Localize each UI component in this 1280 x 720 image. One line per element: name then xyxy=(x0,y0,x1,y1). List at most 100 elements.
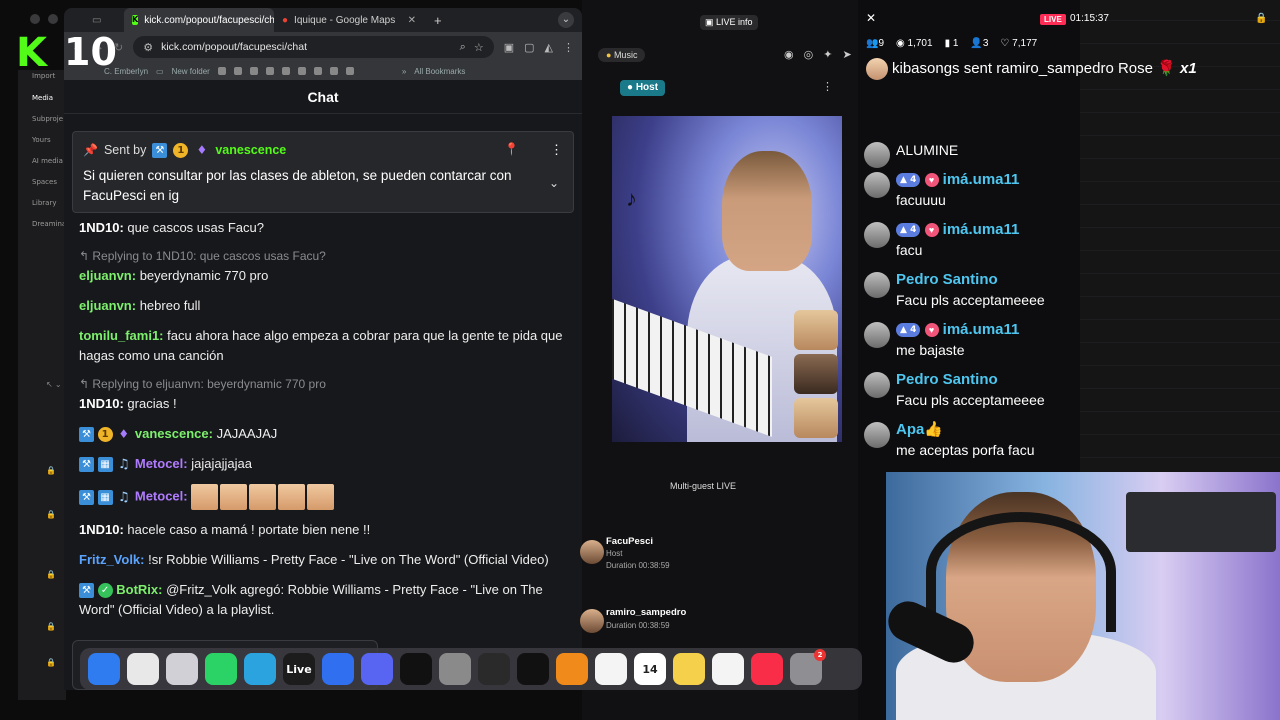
vlc-icon[interactable] xyxy=(556,653,588,685)
more-options-icon[interactable]: ⋮ xyxy=(550,142,563,158)
share-icon[interactable]: ➤ xyxy=(842,48,851,61)
chrome-icon[interactable] xyxy=(127,653,159,685)
sidebar-item-ai-media[interactable]: AI media xyxy=(32,157,63,165)
chat-message[interactable]: tomilu_fami1: facu ahora hace algo empez… xyxy=(79,326,569,366)
guest-thumbnail[interactable] xyxy=(794,310,838,350)
tiktok-chat-message[interactable]: Pedro Santino Facu pls acceptameeee xyxy=(864,370,1080,410)
effects-icon[interactable]: ✦ xyxy=(823,48,832,61)
lock-icon[interactable]: 🔒 xyxy=(46,570,56,579)
tiktok-chat-message[interactable]: Pedro Santino Facu pls acceptameeee xyxy=(864,270,1080,310)
chat-username[interactable]: eljuanvn: xyxy=(79,298,136,313)
live-icon[interactable]: Live xyxy=(283,653,315,685)
lock-icon[interactable]: 🔒 xyxy=(46,622,56,631)
chat-message[interactable]: eljuanvn: hebreo full xyxy=(79,296,569,316)
chat-username[interactable]: 1ND10: xyxy=(79,396,124,411)
bookmark-icon[interactable] xyxy=(281,67,290,75)
notes-icon[interactable] xyxy=(673,653,705,685)
bookmark-item[interactable]: New folder xyxy=(172,67,210,76)
close-tab-icon[interactable]: ✕ xyxy=(408,15,416,26)
chat-message[interactable]: 1ND10: gracias ! xyxy=(79,394,569,414)
profile-icon[interactable]: ◭ xyxy=(545,41,553,54)
telegram-icon[interactable] xyxy=(244,653,276,685)
menu-icon[interactable]: ⋮ xyxy=(563,41,574,54)
reply-context[interactable]: ↰ Replying to eljuanvn: beyerdynamic 770… xyxy=(79,376,569,392)
chat-message[interactable]: eljuanvn: beyerdynamic 770 pro xyxy=(79,266,569,286)
chat-message[interactable]: 1ND10: hacele caso a mamá ! portate bien… xyxy=(79,520,569,540)
tiktok-username[interactable]: ▲ 4 ♥ imá.uma11 xyxy=(896,220,1080,240)
chat-message[interactable]: ⚒ ▦ ♫ Metocel: jajajajjajaa xyxy=(79,454,569,474)
live-info-button[interactable]: ▣ LIVE info xyxy=(700,15,758,30)
tab-search-icon[interactable]: ⌄ xyxy=(558,12,574,28)
lock-icon[interactable]: 🔒 xyxy=(46,510,56,519)
scanner-icon[interactable] xyxy=(439,653,471,685)
obs-icon[interactable] xyxy=(478,653,510,685)
sidebar-toggle-icon[interactable]: ▭ xyxy=(84,8,124,32)
lock-icon[interactable]: 🔒 xyxy=(46,658,56,667)
sidebar-item-subprojects[interactable]: Subproje xyxy=(32,115,63,123)
reading-icon[interactable]: ▢ xyxy=(524,41,534,54)
sidebar-item-library[interactable]: Library xyxy=(32,199,56,207)
bookmark-icon[interactable] xyxy=(233,67,242,75)
close-icon[interactable]: ✕ xyxy=(866,11,876,25)
chevron-down-icon[interactable]: ⌄ xyxy=(549,176,559,190)
chat-username[interactable]: 1ND10: xyxy=(79,522,124,537)
bookmark-icon[interactable] xyxy=(345,67,354,75)
sidebar-item-media[interactable]: Media xyxy=(32,94,53,102)
record-icon[interactable]: ◎ xyxy=(804,48,814,61)
photos-icon[interactable] xyxy=(595,653,627,685)
chat-username[interactable]: vanescence: xyxy=(135,426,213,441)
guest-thumbnail[interactable] xyxy=(794,354,838,394)
tiktok-username[interactable]: Pedro Santino xyxy=(896,370,1080,390)
sidebar-item-dreamina[interactable]: Dreamina xyxy=(32,220,66,228)
chat-username[interactable]: Fritz_Volk: xyxy=(79,552,145,567)
tiktok-username[interactable]: Pedro Santino xyxy=(896,270,1080,290)
freeform-icon[interactable] xyxy=(712,653,744,685)
lock-icon[interactable]: 🔒 xyxy=(46,466,56,475)
tiktok-username[interactable]: Apa👍 xyxy=(896,420,1080,440)
tab-google-maps[interactable]: ● Iquique - Google Maps ✕ xyxy=(274,8,424,32)
chevron-icon[interactable]: » xyxy=(402,67,406,76)
chat-message[interactable]: 1ND10: que cascos usas Facu? xyxy=(79,218,569,238)
zoom-icon[interactable]: ⌕ xyxy=(460,41,466,54)
tiktok-icon[interactable] xyxy=(517,653,549,685)
more-options-icon[interactable]: ⋮ xyxy=(822,80,833,93)
pinned-username[interactable]: vanescence xyxy=(215,143,286,157)
chat-message[interactable]: Fritz_Volk: !sr Robbie Williams - Pretty… xyxy=(79,550,569,570)
settings-icon[interactable]: 2 xyxy=(790,649,826,685)
chat-username[interactable]: Metocel: xyxy=(135,488,188,503)
all-bookmarks[interactable]: All Bookmarks xyxy=(414,67,465,76)
guest-thumbnail[interactable] xyxy=(794,398,838,438)
tab-kick-chat[interactable]: K kick.com/popout/facupesci/ch ✕ xyxy=(124,8,274,32)
tiktok-chat-message[interactable]: Apa👍 me aceptas porfa facu xyxy=(864,420,1080,460)
new-tab-button[interactable]: + xyxy=(424,13,452,28)
lock-icon[interactable]: 🔒 xyxy=(1255,13,1267,24)
bookmark-icon[interactable] xyxy=(265,67,274,75)
chat-username[interactable]: tomilu_fami1: xyxy=(79,328,164,343)
tiktok-chat-message[interactable]: ALUMINE xyxy=(864,140,1080,168)
chat-username[interactable]: Metocel: xyxy=(135,456,188,471)
bookmark-icon[interactable] xyxy=(313,67,322,75)
tiktok-chat-message[interactable]: ▲ 4 ♥ imá.uma11 facu xyxy=(864,220,1080,260)
bookmark-icon[interactable] xyxy=(249,67,258,75)
finder-icon[interactable] xyxy=(88,653,120,685)
chat-message[interactable]: ⚒ ✓ BotRix: @Fritz_Volk agregó: Robbie W… xyxy=(79,580,569,620)
bookmark-icon[interactable] xyxy=(297,67,306,75)
music-button[interactable]: ● Music xyxy=(598,48,646,62)
chat-message[interactable]: ⚒ ▦ ♫ Metocel: xyxy=(79,484,569,510)
tiktok-username[interactable]: ▲ 4 ♥ imá.uma11 xyxy=(896,320,1080,340)
sidebar-item-spaces[interactable]: Spaces xyxy=(32,178,57,186)
sidebar-item-yours[interactable]: Yours xyxy=(32,136,51,144)
chat-username[interactable]: eljuanvn: xyxy=(79,268,136,283)
extensions-icon[interactable]: ▣ xyxy=(504,41,514,54)
site-info-icon[interactable]: ⚙ xyxy=(143,41,153,54)
shazam-icon[interactable] xyxy=(322,653,354,685)
launchpad-icon[interactable] xyxy=(166,653,198,685)
music-icon[interactable] xyxy=(751,653,783,685)
location-icon[interactable]: ◉ xyxy=(784,48,794,61)
url-input[interactable]: ⚙ kick.com/popout/facupesci/chat ⌕ ☆ xyxy=(133,36,494,58)
whatsapp-icon[interactable] xyxy=(205,653,237,685)
tiktok-chat-message[interactable]: ▲ 4 ♥ imá.uma11 me bajaste xyxy=(864,320,1080,360)
bookmark-icon[interactable] xyxy=(217,67,226,75)
tiktok-username[interactable]: ▲ 4 ♥ imá.uma11 xyxy=(896,170,1080,190)
chat-username[interactable]: 1ND10: xyxy=(79,220,124,235)
